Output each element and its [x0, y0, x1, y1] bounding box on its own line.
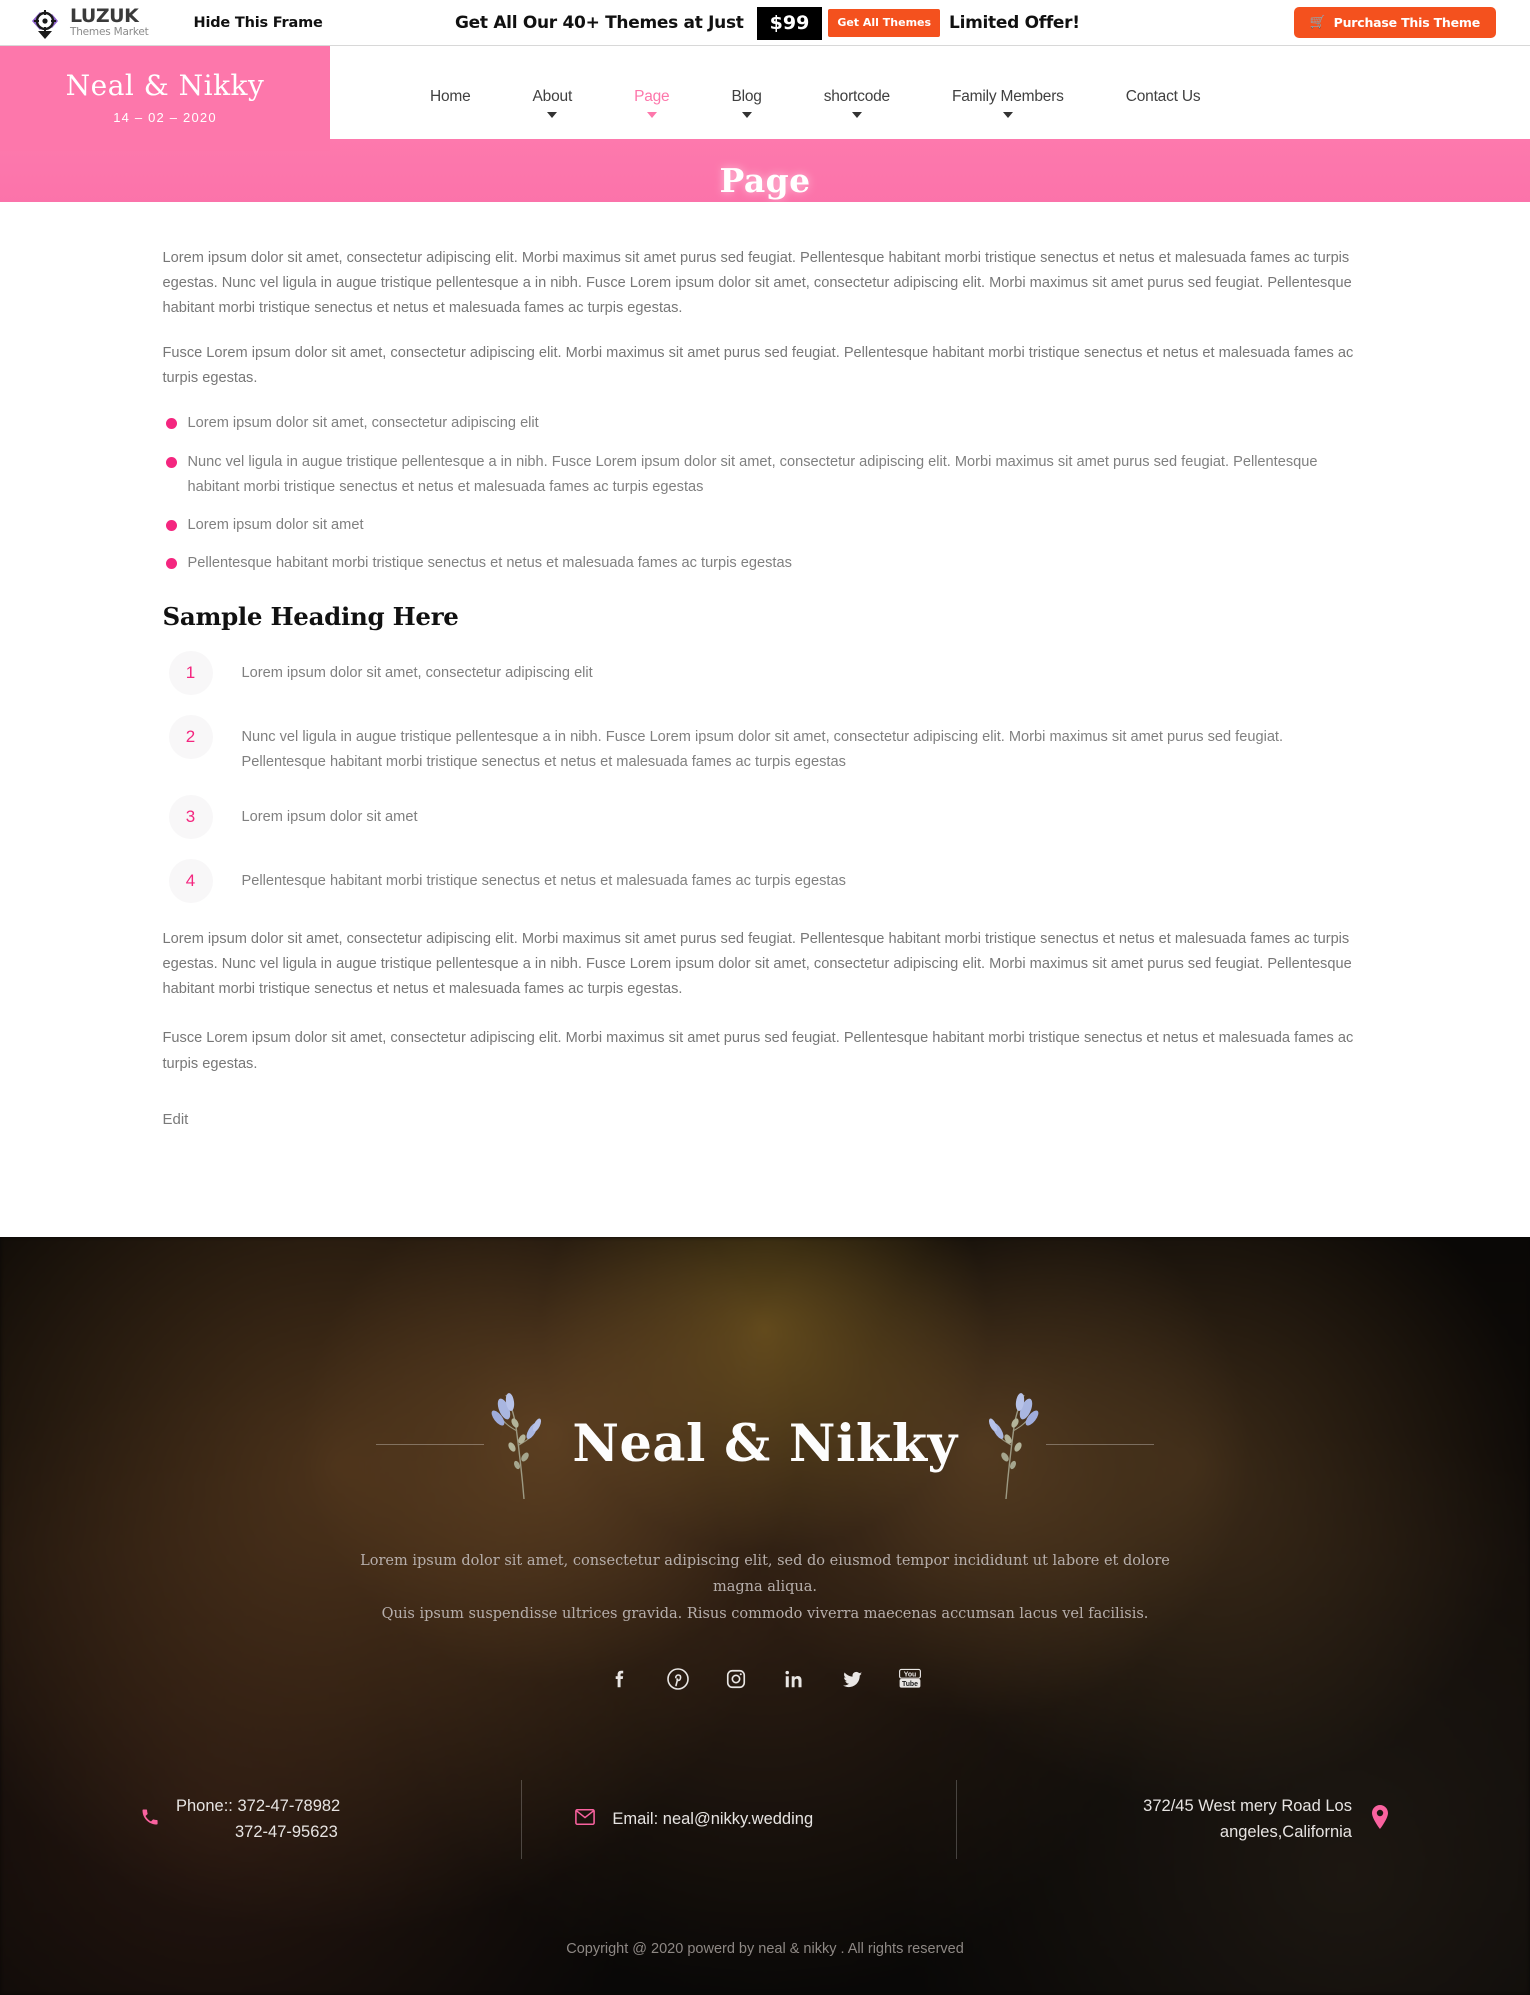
nav-item-contact-us[interactable]: Contact Us [1095, 88, 1232, 106]
promo-price-badge: $99 [756, 6, 823, 40]
site-footer: Neal & Nikky Lorem ipsum dolor sit amet,… [0, 1236, 1530, 1995]
list-item: Pellentesque habitant morbi tristique se… [163, 551, 1368, 576]
list-item-text: Lorem ipsum dolor sit amet, consectetur … [241, 664, 593, 681]
footer-brand-name: Neal & Nikky [572, 1414, 958, 1475]
list-number-badge: 2 [168, 714, 213, 759]
list-item-text: Nunc vel ligula in augue tristique pelle… [241, 728, 1284, 771]
phone-label: Phone:: [176, 1797, 233, 1816]
svg-text:You: You [904, 1671, 917, 1678]
linkedin-icon[interactable] [779, 1664, 809, 1694]
content-card: Lorem ipsum dolor sit amet, consectetur … [127, 202, 1403, 1149]
luzuk-subtitle: Themes Market [70, 26, 149, 39]
chevron-down-icon [1002, 112, 1013, 118]
footer-tagline-line-1: Lorem ipsum dolor sit amet, consectetur … [360, 1552, 1170, 1596]
page-title: Page [719, 161, 811, 200]
nav-item-about[interactable]: About [502, 88, 604, 118]
email-address[interactable]: neal@nikky.wedding [663, 1810, 813, 1828]
map-pin-icon [1370, 1805, 1390, 1834]
promo-limited-offer-text: Limited Offer! [949, 13, 1080, 33]
youtube-icon[interactable]: You Tube [895, 1664, 925, 1694]
luzuk-name: LUZUK [70, 5, 139, 28]
intro-paragraph-1: Lorem ipsum dolor sit amet, consectetur … [162, 250, 1352, 317]
footer-tagline-line-2: Quis ipsum suspendisse ultrices gravida.… [381, 1606, 1149, 1623]
chevron-down-icon [851, 112, 862, 118]
footer-logo-row: Neal & Nikky [0, 1387, 1530, 1502]
twitter-icon[interactable] [837, 1664, 867, 1694]
instagram-icon[interactable] [721, 1664, 751, 1694]
luzuk-mark-icon [29, 6, 63, 40]
list-item-text: Pellentesque habitant morbi tristique se… [241, 873, 846, 890]
purchase-this-theme-button[interactable]: 🛒 Purchase This Theme [1293, 7, 1496, 38]
list-item: 1 Lorem ipsum dolor sit amet, consectetu… [163, 650, 1368, 695]
phone-icon [140, 1807, 160, 1832]
sample-heading: Sample Heading Here [162, 601, 459, 631]
nav-label: shortcode [823, 88, 890, 105]
cart-icon: 🛒 [1309, 15, 1326, 30]
hide-this-frame-link[interactable]: Hide This Frame [194, 15, 323, 31]
intro-paragraph-2: Fusce Lorem ipsum dolor sit amet, consec… [162, 345, 1354, 387]
divider-line-left [376, 1443, 485, 1445]
contact-email: Email: neal@nikky.wedding [521, 1780, 955, 1860]
email-label: Email: [612, 1809, 659, 1828]
footer-contact-row: Phone:: 372-47-78982 372-47-95623 Email:… [0, 1780, 1530, 1860]
phone-number-1: 372-47-78982 [237, 1797, 341, 1816]
promo-headline: Get All Our 40+ Themes at Just [455, 13, 744, 33]
phone-number-2: 372-47-95623 [235, 1822, 338, 1841]
list-item: 4 Pellentesque habitant morbi tristique … [163, 859, 1368, 904]
nav-item-family-members[interactable]: Family Members [921, 88, 1095, 118]
list-number-badge: 1 [168, 650, 213, 695]
pinterest-icon[interactable] [663, 1664, 693, 1694]
svg-text:Tube: Tube [902, 1681, 918, 1688]
promo-bar: LUZUK Themes Market Hide This Frame Get … [0, 0, 1530, 46]
brand-name: Neal & Nikky [65, 69, 265, 102]
main-navigation: Home About Page Blog shortcode Family Me… [430, 88, 1231, 118]
chevron-down-icon [741, 112, 752, 118]
floral-sprig-right-icon [976, 1387, 1046, 1502]
brand-block[interactable]: Neal & Nikky 14 – 02 – 2020 [0, 46, 330, 151]
facebook-icon[interactable] [605, 1664, 635, 1694]
luzuk-logo[interactable]: LUZUK Themes Market [29, 6, 149, 40]
divider-line-right [1045, 1443, 1154, 1445]
purchase-button-label: Purchase This Theme [1333, 15, 1481, 30]
edit-link[interactable]: Edit [163, 1111, 189, 1128]
envelope-icon [574, 1807, 596, 1832]
nav-item-home[interactable]: Home [430, 88, 502, 106]
numbered-list: 1 Lorem ipsum dolor sit amet, consectetu… [163, 650, 1368, 904]
brand-date: 14 – 02 – 2020 [113, 110, 217, 125]
nav-label: Contact Us [1125, 88, 1201, 105]
nav-label: Family Members [951, 88, 1064, 105]
chevron-down-icon [646, 112, 657, 118]
nav-label: Page [634, 88, 670, 105]
floral-sprig-left-icon [484, 1387, 554, 1502]
nav-label: About [532, 88, 573, 105]
content-wrapper: Lorem ipsum dolor sit amet, consectetur … [0, 202, 1530, 1237]
email-text: Email: neal@nikky.wedding [612, 1807, 813, 1833]
social-links: You Tube [0, 1664, 1530, 1694]
get-all-themes-button[interactable]: Get All Themes [828, 9, 941, 37]
contact-address: 372/45 West mery Road Los angeles,Califo… [955, 1780, 1390, 1860]
list-item: Lorem ipsum dolor sit amet, consectetur … [163, 411, 1368, 436]
list-item: 2 Nunc vel ligula in augue tristique pel… [163, 714, 1368, 775]
phone-text: Phone:: 372-47-78982 372-47-95623 [176, 1794, 340, 1845]
closing-paragraph-1: Lorem ipsum dolor sit amet, consectetur … [162, 931, 1352, 998]
contact-phone: Phone:: 372-47-78982 372-47-95623 [140, 1780, 521, 1859]
nav-label: Blog [731, 88, 762, 105]
list-item: 3 Lorem ipsum dolor sit amet [163, 795, 1368, 840]
list-number-badge: 3 [168, 795, 213, 840]
list-item: Nunc vel ligula in augue tristique pelle… [163, 450, 1368, 500]
nav-item-blog[interactable]: Blog [700, 88, 792, 118]
nav-item-page[interactable]: Page [603, 88, 700, 118]
list-item: Lorem ipsum dolor sit amet [163, 513, 1368, 538]
footer-tagline: Lorem ipsum dolor sit amet, consectetur … [345, 1548, 1185, 1628]
list-number-badge: 4 [168, 859, 213, 904]
promo-offer-group: Get All Our 40+ Themes at Just $99 Get A… [455, 0, 1080, 46]
bullet-list: Lorem ipsum dolor sit amet, consectetur … [163, 411, 1368, 575]
closing-paragraph-2: Fusce Lorem ipsum dolor sit amet, consec… [162, 1030, 1354, 1072]
nav-item-shortcode[interactable]: shortcode [793, 88, 921, 118]
chevron-down-icon [547, 112, 558, 118]
list-item-text: Lorem ipsum dolor sit amet [241, 809, 418, 826]
address-text: 372/45 West mery Road Los angeles,Califo… [1143, 1797, 1352, 1841]
nav-label: Home [430, 88, 471, 105]
copyright-text: Copyright @ 2020 powerd by neal & nikky … [566, 1941, 964, 1958]
